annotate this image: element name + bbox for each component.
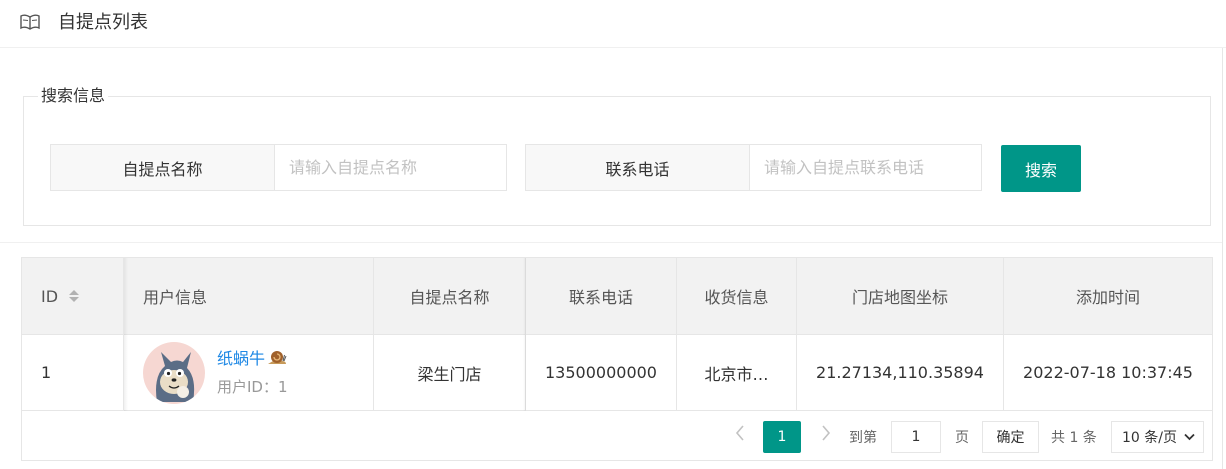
chevron-left-icon[interactable] bbox=[733, 422, 747, 444]
fixed-column-shadow bbox=[124, 258, 128, 411]
name-search-input[interactable] bbox=[275, 145, 506, 190]
column-header-name: 自提点名称 bbox=[374, 258, 526, 334]
goto-confirm-button[interactable]: 确定 bbox=[982, 421, 1039, 453]
name-search-field: 自提点名称 bbox=[50, 144, 507, 191]
chevron-right-icon[interactable] bbox=[819, 422, 833, 444]
cell-name: 梁生门店 bbox=[374, 335, 526, 410]
cell-id: 1 bbox=[22, 335, 124, 410]
avatar[interactable] bbox=[143, 341, 205, 404]
column-header-phone: 联系电话 bbox=[526, 258, 677, 334]
snail-icon bbox=[268, 350, 287, 364]
page-title: 自提点列表 bbox=[58, 12, 148, 33]
column-header-label: ID bbox=[41, 286, 59, 306]
book-icon bbox=[20, 14, 40, 30]
user-id: 用户ID：1 bbox=[217, 377, 288, 396]
sort-icon[interactable] bbox=[68, 288, 80, 304]
search-button[interactable]: 搜索 bbox=[1001, 145, 1081, 192]
phone-search-label: 联系电话 bbox=[526, 145, 750, 190]
column-header-user: 用户信息 bbox=[124, 258, 374, 334]
page-size-value: 10 条/页 bbox=[1122, 430, 1177, 446]
cell-user: 纸蜗牛 用户ID：1 bbox=[124, 335, 374, 410]
cell-phone: 13500000000 bbox=[526, 335, 677, 410]
pagination: 1 到第 页 确定 共 1 条 10 条/页 bbox=[22, 411, 1212, 460]
table-header: ID 用户信息 自提点名称 联系电话 收货信息 门店地图坐标 添加时间 bbox=[22, 258, 1212, 335]
user-nickname-line: 纸蜗牛 bbox=[217, 348, 288, 370]
search-legend: 搜索信息 bbox=[38, 85, 109, 107]
chevron-down-icon bbox=[1184, 433, 1195, 441]
cell-time: 2022-07-18 10:37:45 bbox=[1023, 363, 1193, 382]
table-row: 1 纸蜗牛 用户ID：1 梁生门店 13500000000 北京市… 21.27… bbox=[22, 335, 1212, 411]
pickup-point-table: ID 用户信息 自提点名称 联系电话 收货信息 门店地图坐标 添加时间 1 纸蜗… bbox=[21, 257, 1213, 461]
column-header-id[interactable]: ID bbox=[22, 258, 124, 334]
page-edge bbox=[1222, 48, 1223, 469]
phone-search-input[interactable] bbox=[750, 145, 981, 190]
name-search-label: 自提点名称 bbox=[51, 145, 275, 190]
page-size-select[interactable]: 10 条/页 bbox=[1111, 421, 1204, 453]
page-label: 页 bbox=[955, 430, 969, 446]
column-header-coords: 门店地图坐标 bbox=[797, 258, 1004, 334]
user-nickname[interactable]: 纸蜗牛 bbox=[217, 349, 265, 368]
cat-avatar-icon bbox=[143, 341, 205, 404]
fixed-column-shadow bbox=[523, 258, 526, 411]
phone-search-field: 联系电话 bbox=[525, 144, 982, 191]
column-header-address: 收货信息 bbox=[677, 258, 797, 334]
cell-coords: 21.27134,110.35894 bbox=[797, 335, 1004, 410]
goto-label: 到第 bbox=[849, 430, 877, 446]
goto-page-input[interactable] bbox=[891, 421, 941, 453]
section-divider bbox=[0, 242, 1222, 243]
cell-address: 北京市… bbox=[677, 335, 797, 410]
column-header-time: 添加时间 bbox=[1075, 288, 1140, 307]
page-header: 自提点列表 bbox=[0, 0, 1226, 48]
total-count: 共 1 条 bbox=[1051, 430, 1097, 446]
user-info: 纸蜗牛 用户ID：1 bbox=[217, 348, 288, 398]
page-number-current[interactable]: 1 bbox=[763, 421, 801, 453]
